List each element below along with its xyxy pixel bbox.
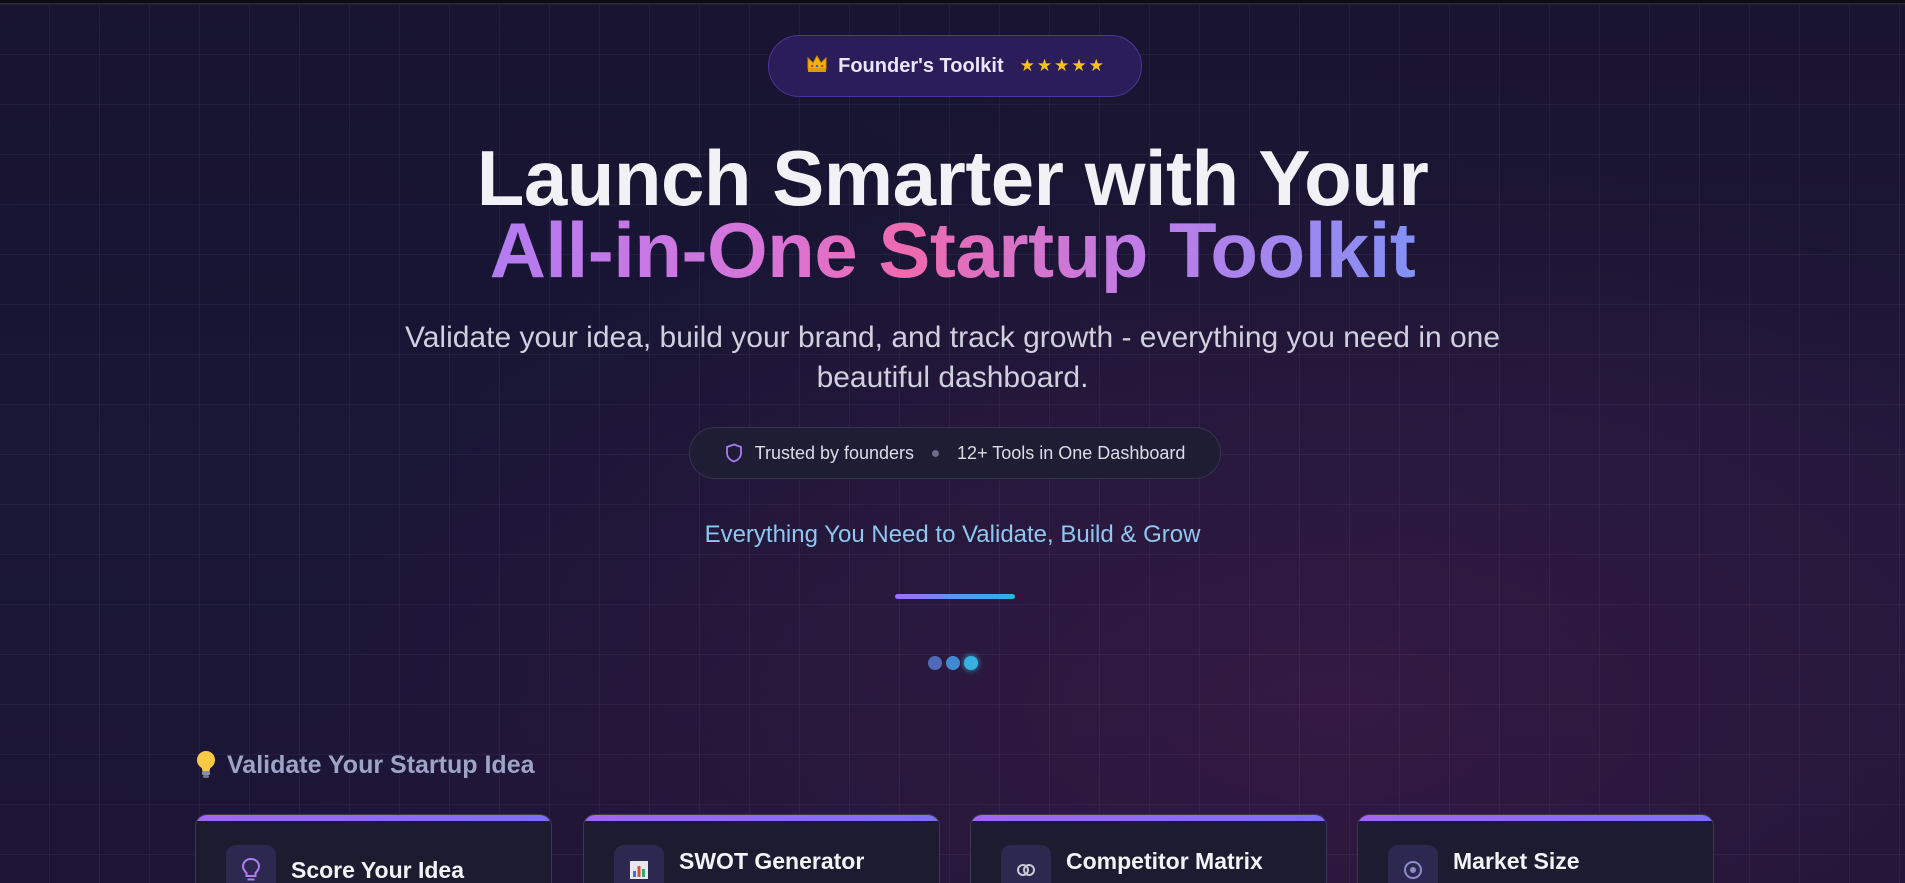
lightbulb-outline-icon — [226, 845, 276, 883]
loading-dot — [928, 656, 942, 670]
validate-section-header: Validate Your Startup Idea — [195, 750, 535, 780]
card-title: Market Size — [1453, 848, 1580, 874]
star-icon: ★ — [1036, 56, 1053, 75]
shield-icon — [725, 443, 742, 463]
section-tagline: Everything You Need to Validate, Build &… — [704, 521, 1201, 548]
separator-dot — [932, 449, 940, 457]
star-icon: ★ — [1054, 56, 1070, 75]
tool-card-competitor-matrix[interactable]: Competitor Matrix — [970, 814, 1327, 883]
star-icon: ★ — [1071, 56, 1087, 75]
crown-icon — [806, 53, 828, 79]
hero-title-line2: All-in-One Startup Toolkit — [0, 211, 1905, 289]
rating-stars: ★ ★ ★ ★ ★ — [1020, 56, 1104, 76]
trust-pill: Trusted by founders 12+ Tools in One Das… — [689, 427, 1221, 479]
tool-card-market-size[interactable]: Market Size — [1357, 814, 1714, 883]
star-icon: ★ — [1088, 56, 1104, 75]
star-icon: ★ — [1019, 56, 1035, 75]
loading-dots — [928, 656, 978, 670]
card-title: SWOT Generator — [679, 848, 865, 874]
matrix-icon — [1001, 845, 1051, 883]
bar-chart-icon — [614, 845, 664, 883]
market-icon — [1388, 845, 1438, 883]
section-title: Validate Your Startup Idea — [227, 750, 535, 779]
trust-text: Trusted by founders — [754, 442, 915, 463]
hero-subtitle: Validate your idea, build your brand, an… — [404, 321, 1501, 394]
founders-toolkit-badge: Founder's Toolkit ★ ★ ★ ★ ★ — [768, 35, 1142, 97]
loading-dot — [946, 656, 960, 670]
gradient-divider — [895, 594, 1015, 599]
card-title: Score Your Idea — [291, 857, 464, 883]
tool-card-swot[interactable]: SWOT Generator — [583, 814, 940, 883]
lightbulb-icon — [197, 751, 215, 778]
tool-card-score-idea[interactable]: Score Your Idea — [195, 814, 552, 883]
tools-count-text: 12+ Tools in One Dashboard — [957, 442, 1186, 463]
badge-label: Founder's Toolkit — [838, 54, 1004, 77]
card-title: Competitor Matrix — [1066, 848, 1263, 874]
hero-title-gradient: All-in-One Startup Toolkit — [489, 206, 1416, 294]
loading-dot — [964, 656, 978, 670]
